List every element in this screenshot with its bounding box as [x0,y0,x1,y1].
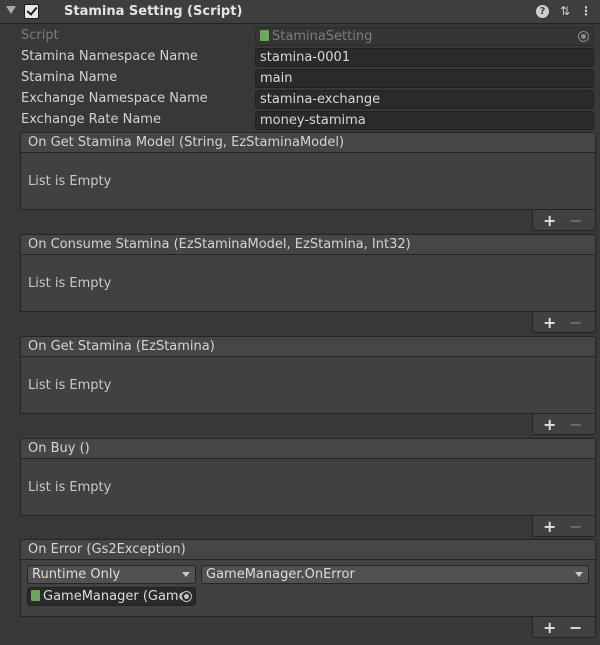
stamina-name-input[interactable]: main [255,69,594,88]
object-picker-icon[interactable] [181,591,192,602]
event-list: List is Empty [20,459,596,516]
empty-list-text: List is Empty [28,276,112,291]
script-label: Script [21,28,59,43]
more-menu-icon[interactable]: ⋮ [578,3,594,19]
empty-list-text: List is Empty [28,480,112,495]
event-title: On Error (Gs2Exception) [20,539,596,560]
exchange-namespace-input[interactable]: stamina-exchange [255,90,594,109]
add-listener-button[interactable]: + [543,211,556,230]
add-listener-button[interactable]: + [543,313,556,332]
script-value: StaminaSetting [272,29,373,44]
remove-listener-button[interactable]: − [569,415,582,434]
add-listener-button[interactable]: + [543,618,556,637]
event-title: On Get Stamina Model (String, EzStaminaM… [20,132,596,153]
list-buttons: + − [532,312,596,333]
list-buttons: + − [532,617,596,638]
list-buttons: + − [532,210,596,231]
dropdown-arrow-icon [575,572,583,577]
list-footer: + − [20,312,596,333]
event-on-get-stamina: On Get Stamina (EzStamina) List is Empty… [20,336,596,435]
event-on-buy: On Buy () List is Empty + − [20,438,596,537]
stamina-namespace-input[interactable]: stamina-0001 [255,48,594,67]
component-title: Stamina Setting (Script) [64,4,243,19]
event-list: Runtime Only GameManager.OnError GameMan… [20,560,596,617]
event-on-error: On Error (Gs2Exception) Runtime Only Gam… [20,539,596,638]
script-file-icon [260,30,269,41]
event-list: List is Empty [20,153,596,210]
exchange-rate-input[interactable]: money-stamima [255,111,594,130]
event-title: On Consume Stamina (EzStaminaModel, EzSt… [20,234,596,255]
exchange-namespace-label: Exchange Namespace Name [21,91,208,106]
event-on-consume-stamina: On Consume Stamina (EzStaminaModel, EzSt… [20,234,596,333]
remove-listener-button[interactable]: − [569,313,582,332]
add-listener-button[interactable]: + [543,517,556,536]
preset-icon[interactable]: ⇅ [557,3,573,19]
function-value: GameManager.OnError [206,567,355,582]
foldout-arrow-icon[interactable] [6,6,16,14]
empty-list-text: List is Empty [28,378,112,393]
exchange-rate-label: Exchange Rate Name [21,112,161,127]
exchange-rate-row: Exchange Rate Name money-stamima [0,110,600,131]
remove-listener-button[interactable]: − [569,517,582,536]
object-picker-icon [578,31,589,42]
stamina-name-label: Stamina Name [21,70,118,85]
event-on-get-stamina-model: On Get Stamina Model (String, EzStaminaM… [20,132,596,231]
stamina-namespace-row: Stamina Namespace Name stamina-0001 [0,47,600,68]
list-buttons: + − [532,414,596,435]
event-title: On Buy () [20,438,596,459]
list-footer: + − [20,516,596,537]
dropdown-arrow-icon [182,572,190,577]
runtime-mode-dropdown[interactable]: Runtime Only [27,565,196,584]
runtime-mode-value: Runtime Only [32,567,121,582]
empty-list-text: List is Empty [28,174,112,189]
help-icon[interactable]: ? [536,5,549,18]
event-list: List is Empty [20,255,596,312]
remove-listener-button[interactable]: − [569,618,582,637]
target-object-value: GameManager (Game [43,589,187,604]
list-footer: + − [20,210,596,231]
list-footer: + − [20,617,596,638]
script-field: StaminaSetting [255,27,594,46]
component-header: Stamina Setting (Script) ? ⇅ ⋮ [0,0,600,24]
stamina-namespace-label: Stamina Namespace Name [21,49,198,64]
event-list: List is Empty [20,357,596,414]
remove-listener-button[interactable]: − [569,211,582,230]
script-row: Script StaminaSetting [0,26,600,47]
event-title: On Get Stamina (EzStamina) [20,336,596,357]
stamina-name-row: Stamina Name main [0,68,600,89]
enabled-checkbox[interactable] [24,4,39,19]
target-object-field[interactable]: GameManager (Game [27,587,196,606]
exchange-namespace-row: Exchange Namespace Name stamina-exchange [0,89,600,110]
list-buttons: + − [532,516,596,537]
add-listener-button[interactable]: + [543,415,556,434]
script-file-icon [31,590,40,601]
list-footer: + − [20,414,596,435]
function-dropdown[interactable]: GameManager.OnError [201,565,589,584]
